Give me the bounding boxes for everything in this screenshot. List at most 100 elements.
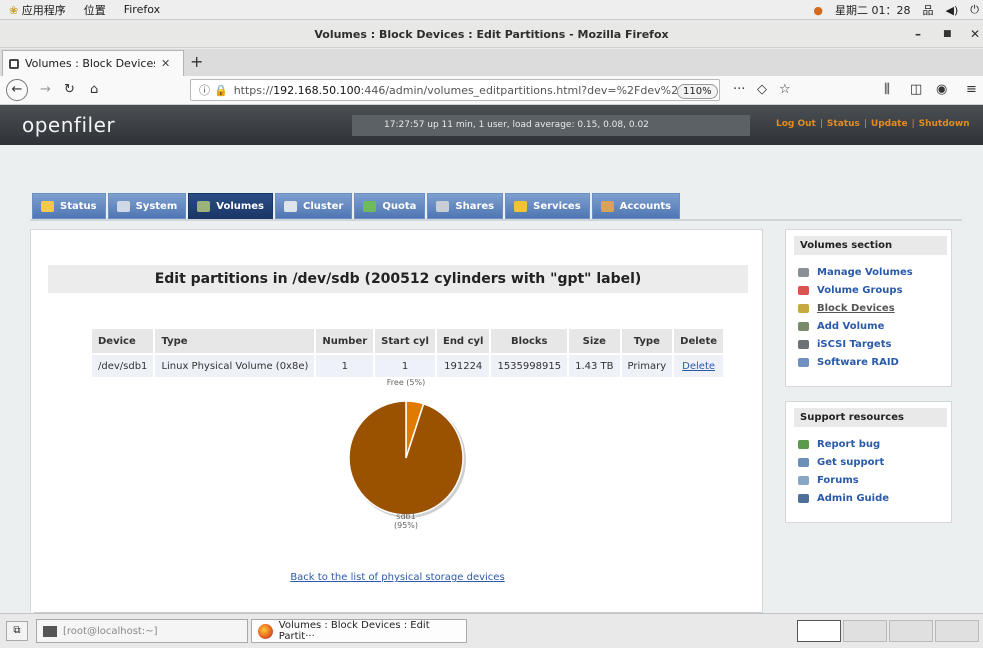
bottom-taskbar: ⧉ [root@localhost:~] Volumes : Block Dev… [0,613,983,648]
openfiler-favicon-icon [9,58,19,69]
support-section-list: Report bug Get support Forums Admin Guide [786,427,951,507]
logout-link[interactable]: Log Out [776,119,816,129]
maximize-button[interactable]: ■ [943,29,952,39]
taskbar-firefox[interactable]: Volumes : Block Devices : Edit Partit··· [251,619,467,643]
pie-slice-sdb1 [348,400,464,516]
tab-volumes[interactable]: Volumes [188,193,274,219]
applications-menu[interactable]: ❀ 应用程序 [0,2,75,18]
network-icon[interactable]: 品 [923,2,934,18]
page-actions-icon[interactable]: ··· [733,82,745,97]
header-links: Log Out | Status | Update | Shutdown [776,119,970,129]
extension-icon[interactable]: ◉ [936,82,947,97]
uptime-display: 17:27:57 up 11 min, 1 user, load average… [352,115,750,136]
workspace-3[interactable] [889,620,933,642]
report-bug-icon [798,439,809,449]
table-cell: /dev/sdb1 [92,355,154,377]
url-bar[interactable]: ⓘ 🔒 https://192.168.50.100:446/admin/vol… [190,79,720,101]
close-button[interactable]: ✕ [970,27,980,41]
firefox-app-menu[interactable]: Firefox [115,3,169,16]
sidebar-item-block-devices[interactable]: Block Devices [798,299,951,317]
support-resources-panel: Support resources Report bug Get support F… [785,401,952,523]
pie-label-sdb1-pct: (95%) [393,521,419,530]
close-tab-icon[interactable]: ✕ [161,57,170,70]
bookmark-star-icon[interactable]: ☆ [779,82,791,97]
services-tab-icon [514,200,528,212]
sidebar-item-label: Admin Guide [817,492,890,504]
sidebar-item-label: Software RAID [817,356,899,368]
home-button[interactable]: ⌂ [90,82,98,97]
new-tab-button[interactable]: + [190,52,203,71]
column-header: End cyl [436,329,490,353]
openfiler-header: openfiler 17:27:57 up 11 min, 1 user, lo… [0,105,983,145]
sidebar-item-report-bug[interactable]: Report bug [798,435,951,453]
sidebar-item-volume-groups[interactable]: Volume Groups [798,281,951,299]
table-cell: 1 [375,355,435,377]
power-icon[interactable]: ⏻ [970,3,979,17]
volumes-section-panel: Volumes section Manage Volumes Volume Gro… [785,229,952,387]
workspace-4[interactable] [935,620,979,642]
delete-cell: Delete [674,355,724,377]
navigation-toolbar: ← → ↻ ⌂ ⓘ 🔒 https://192.168.50.100:446/a… [0,76,983,105]
tab-status[interactable]: Status [32,193,106,219]
sidebar-icon[interactable]: ◫ [910,82,922,97]
info-icon[interactable]: ⓘ [199,82,210,98]
apps-icon: ❀ [9,3,19,17]
sidebar-item-get-support[interactable]: Get support [798,453,951,471]
sidebar-item-forums[interactable]: Forums [798,471,951,489]
sidebar-item-admin-guide[interactable]: Admin Guide [798,489,951,507]
tab-services[interactable]: Services [505,193,590,219]
hamburger-menu-icon[interactable]: ≡ [966,82,977,97]
sidebar-item-label: Add Volume [817,320,885,332]
pie-label-sdb1-name: sdb1 [396,512,416,521]
block-devices-icon [798,303,809,313]
cluster-tab-icon [284,200,298,212]
back-to-devices-link[interactable]: Back to the list of physical storage dev… [31,572,764,583]
places-menu[interactable]: 位置 [75,2,115,18]
sidebar-item-add-volume[interactable]: Add Volume [798,317,951,335]
back-button[interactable]: ← [6,79,28,101]
shares-tab-icon [436,200,450,212]
tab-cluster[interactable]: Cluster [275,193,353,219]
insecure-lock-icon[interactable]: 🔒 [214,84,228,97]
admin-guide-icon [798,493,809,503]
sidebar-item-software-raid[interactable]: Software RAID [798,353,951,371]
pocket-icon[interactable]: ◇ [757,82,767,97]
main-tabs: Status System Volumes Cluster Quota Shares Ser… [32,193,681,219]
taskbar-firefox-label: Volumes : Block Devices : Edit Partit··· [278,620,430,642]
update-link[interactable]: Update [871,119,908,129]
library-icon[interactable]: ⫼ [884,82,890,97]
status-link[interactable]: Status [827,119,860,129]
sidebar-item-iscsi-targets[interactable]: iSCSI Targets [798,335,951,353]
tab-accounts[interactable]: Accounts [591,193,681,219]
show-desktop-icon[interactable]: ⧉ [6,621,28,641]
support-section-title: Support resources [794,408,947,427]
sidebar-item-manage-volumes[interactable]: Manage Volumes [798,263,951,281]
tab-system[interactable]: System [107,193,187,219]
tab-shares[interactable]: Shares [427,193,504,219]
minimize-button[interactable]: – [915,27,921,41]
workspace-2[interactable] [843,620,887,642]
openfiler-logo[interactable]: openfiler [22,113,115,137]
taskbar-terminal[interactable]: [root@localhost:~] [36,619,248,643]
table-cell: 191224 [436,355,490,377]
add-volume-icon [798,321,809,331]
zoom-indicator[interactable]: 110% [677,84,718,99]
url-host: 192.168.50.100 [273,83,361,97]
tab-label: System [135,200,178,212]
workspace-1[interactable] [797,620,841,642]
delete-partition-link[interactable]: Delete [682,361,715,372]
clock[interactable]: 星期二 01：28 [835,2,911,18]
reload-button[interactable]: ↻ [64,82,75,97]
forward-button[interactable]: → [40,82,51,97]
tab-quota[interactable]: Quota [354,193,426,219]
firefox-icon [258,623,273,639]
tab-label: Quota [382,200,417,212]
page-heading: Edit partitions in /dev/sdb (200512 cyli… [48,265,748,293]
shutdown-link[interactable]: Shutdown [919,119,970,129]
url-rest: :446/admin/volumes_editpartitions.html?d… [360,83,679,97]
window-title-bar: Volumes : Block Devices : Edit Partition… [0,21,983,48]
volume-icon[interactable]: ◀) [946,4,959,17]
manage-volumes-icon [798,267,809,277]
browser-tab[interactable]: Volumes : Block Devices ✕ [2,50,184,76]
tab-label: Status [60,200,97,212]
